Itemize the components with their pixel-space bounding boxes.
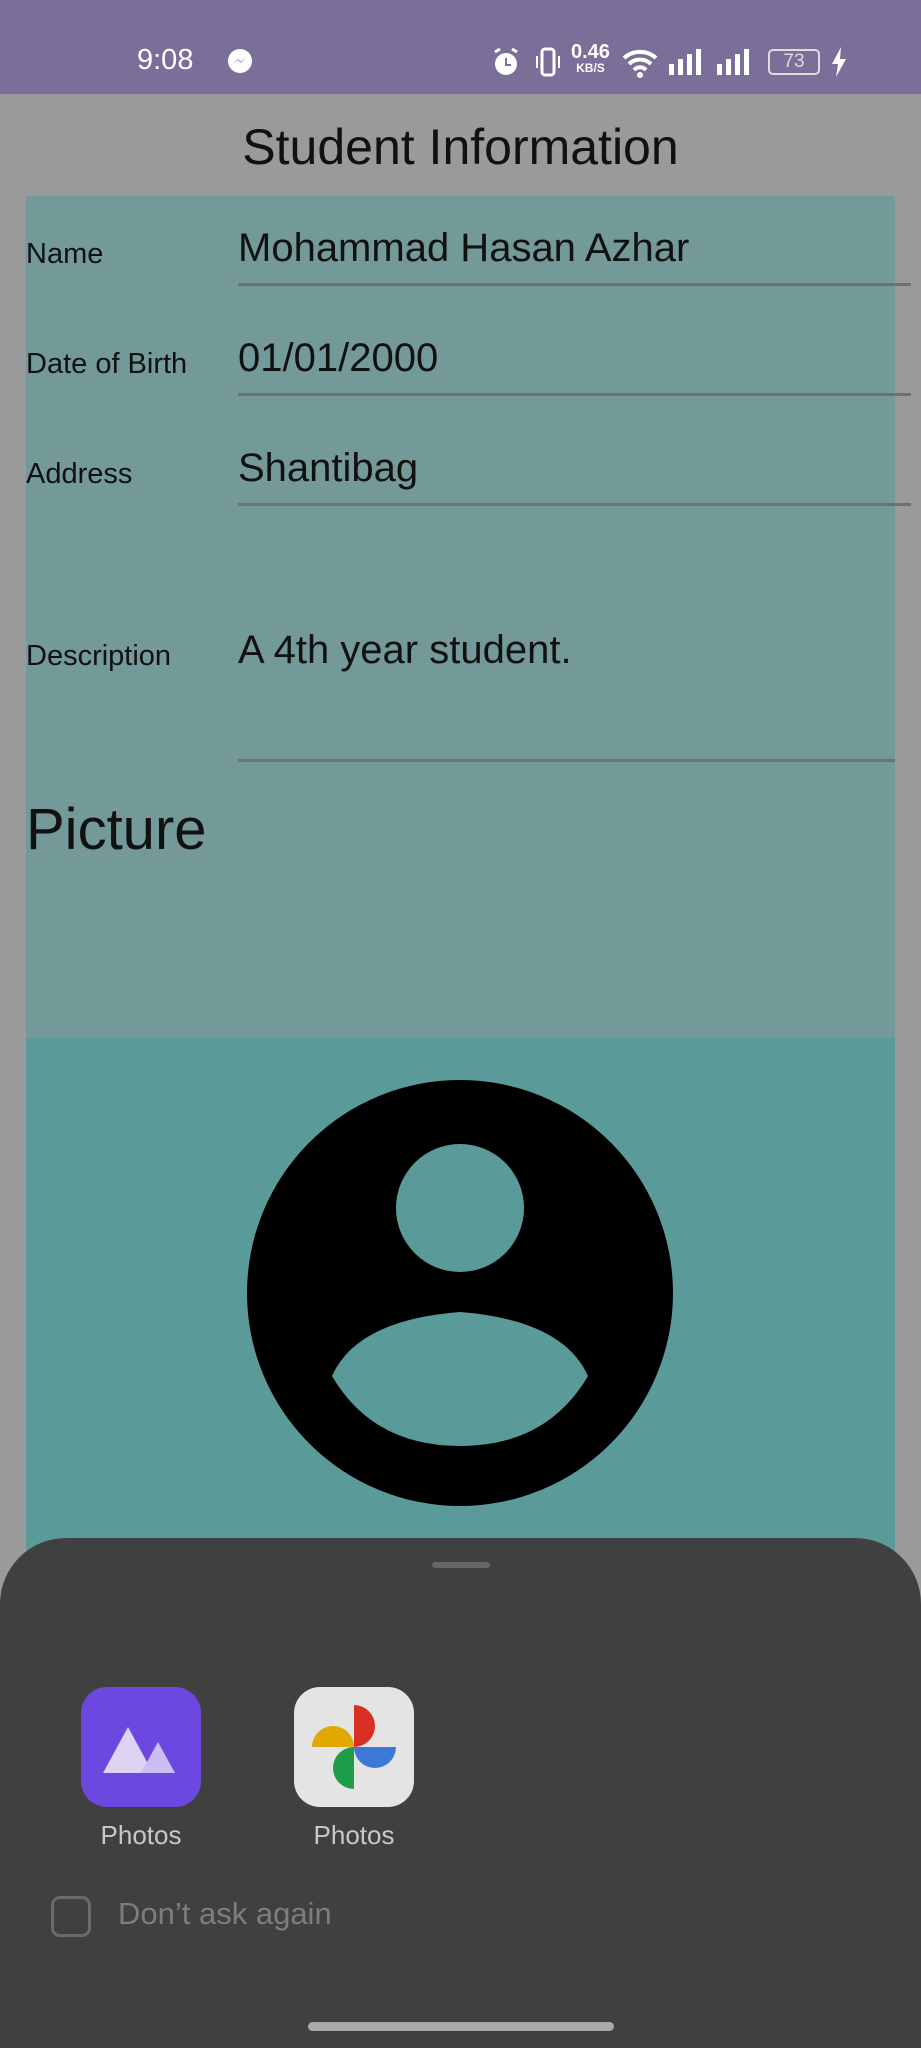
status-time: 9:08 xyxy=(137,44,194,76)
name-label: Name xyxy=(26,238,104,270)
gallery-photos-app[interactable] xyxy=(81,1687,201,1807)
avatar-placeholder-icon xyxy=(247,1080,673,1506)
address-underline xyxy=(238,503,911,506)
net-speed-unit: KB/S xyxy=(576,61,605,75)
signal-icon xyxy=(717,49,749,75)
gallery-icon xyxy=(103,1727,175,1773)
name-underline xyxy=(238,283,911,286)
description-label: Description xyxy=(26,640,172,672)
dont-ask-again-label[interactable]: Don’t ask again xyxy=(118,1896,332,1932)
dont-ask-again-checkbox[interactable] xyxy=(51,1896,91,1937)
app-label: Photos xyxy=(313,1820,395,1850)
picture-heading: Picture xyxy=(26,797,207,862)
page-title: Student Information xyxy=(242,119,679,175)
drag-handle[interactable] xyxy=(432,1562,490,1568)
name-field[interactable]: Mohammad Hasan Azhar xyxy=(238,226,689,271)
dob-field[interactable]: 01/01/2000 xyxy=(238,336,438,381)
address-label: Address xyxy=(26,458,133,490)
wifi-icon xyxy=(622,49,658,78)
home-indicator[interactable] xyxy=(308,2022,614,2031)
google-photos-icon xyxy=(312,1705,396,1789)
vibrate-icon xyxy=(536,47,560,77)
net-speed: 0.46 KB/S xyxy=(571,42,610,74)
address-field[interactable]: Shantibag xyxy=(238,446,418,491)
description-field[interactable]: A 4th year student. xyxy=(238,628,572,673)
app-label: Photos xyxy=(100,1820,182,1850)
net-speed-value: 0.46 xyxy=(571,41,610,63)
picture-area[interactable] xyxy=(26,1038,895,1598)
app-chooser-sheet: Photos Photos Don’t ask again xyxy=(0,1538,921,2048)
description-underline xyxy=(238,759,895,762)
alarm-icon xyxy=(494,47,518,75)
charging-icon xyxy=(832,47,846,77)
battery-icon: 73 xyxy=(768,49,820,75)
google-photos-app[interactable] xyxy=(294,1687,414,1807)
dob-underline xyxy=(238,393,911,396)
signal-icon xyxy=(669,49,701,75)
messenger-icon xyxy=(228,49,252,73)
status-bar: 9:08 0.46 KB/S 73 xyxy=(0,0,921,94)
student-form: Name Mohammad Hasan Azhar Date of Birth … xyxy=(26,196,911,1038)
dob-label: Date of Birth xyxy=(26,348,188,380)
battery-level: 73 xyxy=(783,51,805,72)
